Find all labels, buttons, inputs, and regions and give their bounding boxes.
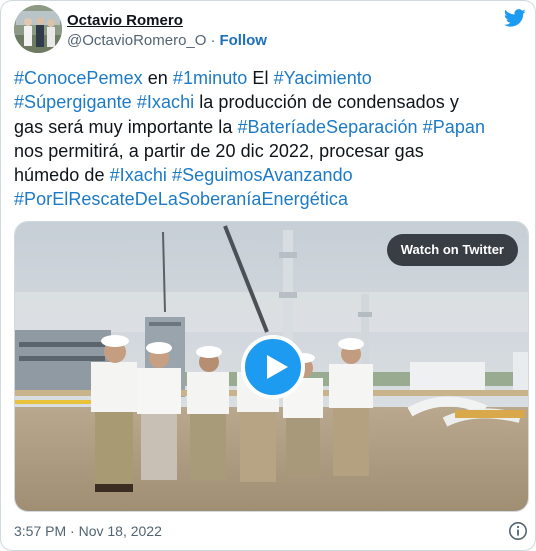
author-avatar[interactable]	[14, 5, 62, 53]
tweet-timestamp[interactable]: 3:57 PM · Nov 18, 2022	[14, 523, 162, 539]
watch-on-twitter-button[interactable]: Watch on Twitter	[386, 234, 518, 266]
meta-separator: ·	[210, 32, 216, 49]
hashtag-link[interactable]: #Papan	[423, 117, 485, 137]
hashtag-link[interactable]: #Súpergigante	[14, 92, 132, 112]
tweet-embed-card: Octavio Romero @OctavioRomero_O · Follow #…	[0, 0, 536, 551]
tweet-line: #ConocePemex en #1minuto El #Yacimiento	[14, 66, 529, 90]
tweet-line: #PorElRescateDeLaSoberaníaEnergética	[14, 187, 529, 211]
tweet-line: #Súpergigante #Ixachi la producción de c…	[14, 90, 529, 114]
tweet-text-segment: gas será muy importante la	[14, 116, 238, 137]
play-button[interactable]	[241, 335, 305, 399]
hashtag-link[interactable]: #1minuto	[173, 68, 247, 88]
tweet-text-segment: en	[142, 68, 173, 88]
info-icon[interactable]	[508, 521, 528, 541]
tweet-body: #ConocePemex en #1minuto El #Yacimiento #…	[14, 66, 529, 212]
hashtag-link[interactable]: #Yacimiento	[274, 68, 372, 88]
author-meta: @OctavioRomero_O · Follow	[67, 32, 267, 49]
twitter-bird-icon[interactable]	[503, 7, 527, 29]
hashtag-link[interactable]: #PorElRescateDeLaSoberaníaEnergética	[14, 189, 348, 209]
tweet-text-segment: nos permitirá, a partir de 20 dic 2022, …	[14, 140, 424, 161]
tweet-text-segment: húmedo de	[14, 165, 110, 186]
tweet-line: gas será muy importante la #BateríadeSep…	[14, 115, 529, 139]
author-name[interactable]: Octavio Romero	[67, 12, 183, 29]
hashtag-link[interactable]: #BateríadeSeparación	[237, 117, 417, 137]
tweet-line: húmedo de #Ixachi #SeguimosAvanzando	[14, 163, 529, 187]
follow-button[interactable]: Follow	[219, 32, 267, 49]
hashtag-link[interactable]: #ConocePemex	[14, 68, 143, 88]
tweet-text-segment: la producción de condensados y	[194, 92, 459, 113]
hashtag-link[interactable]: #Ixachi	[137, 92, 194, 112]
tweet-line: nos permitirá, a partir de 20 dic 2022, …	[14, 139, 529, 163]
tweet-text-segment: El	[247, 68, 274, 88]
hashtag-link[interactable]: #Ixachi	[110, 165, 167, 185]
author-handle[interactable]: @OctavioRomero_O	[67, 32, 206, 49]
video-player[interactable]: Watch on Twitter	[14, 221, 529, 512]
hashtag-link[interactable]: #SeguimosAvanzando	[172, 165, 353, 185]
play-icon	[267, 355, 288, 379]
